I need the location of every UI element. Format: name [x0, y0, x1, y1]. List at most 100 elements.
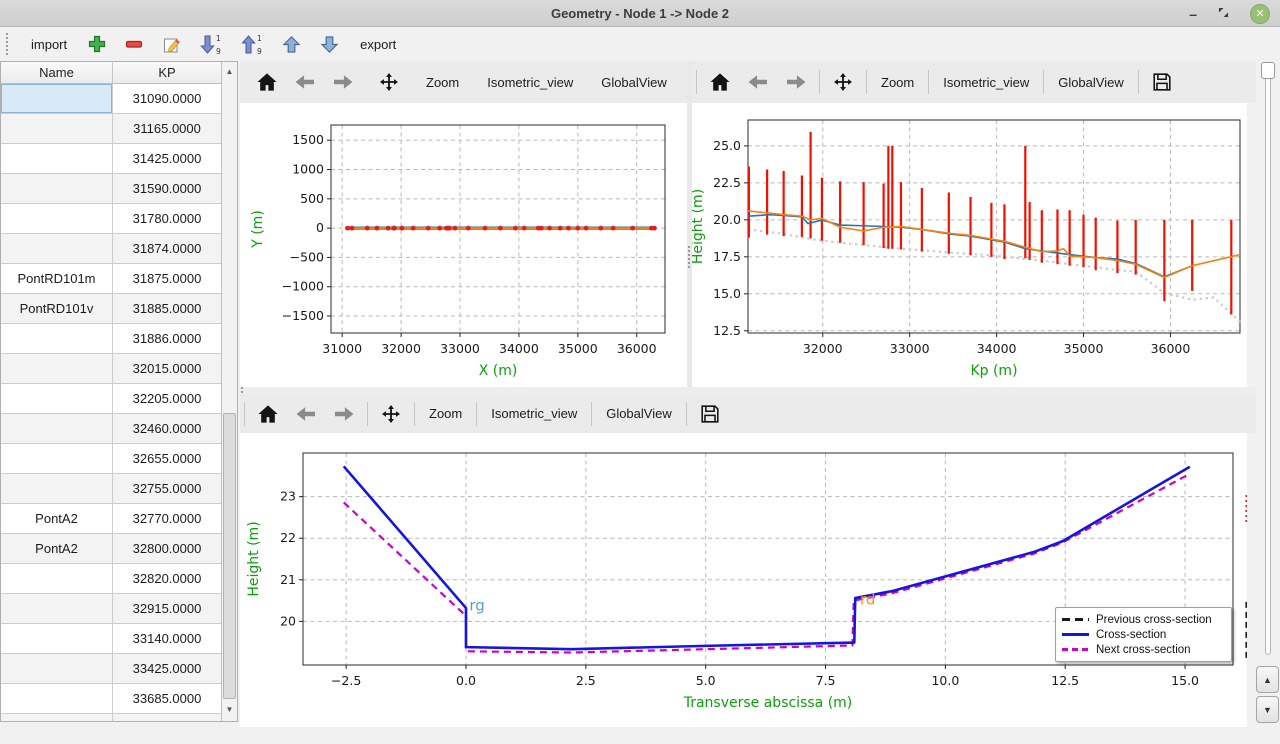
profile-canvas[interactable]: 320003300034000350003600012.515.017.520.…	[692, 103, 1247, 387]
toolbar-grip[interactable]	[6, 33, 10, 55]
pan-button[interactable]	[824, 66, 862, 98]
plan-view-canvas[interactable]: 310003200033000340003500036000−1500−1000…	[240, 103, 687, 387]
global-scrollbar-track[interactable]	[1265, 65, 1271, 655]
back-button[interactable]	[286, 66, 324, 98]
move-down-button[interactable]	[318, 31, 341, 57]
cell-name[interactable]: PontRD101v	[1, 294, 113, 323]
home-button[interactable]	[249, 398, 287, 430]
isometric-view-button[interactable]: Isometric_view	[933, 66, 1039, 98]
cell-name[interactable]: PontRD101m	[1, 264, 113, 293]
table-row[interactable]: PontRD101m31875.0000	[1, 264, 221, 294]
table-row[interactable]: 31886.0000	[1, 324, 221, 354]
cell-name[interactable]	[1, 414, 113, 443]
cell-name[interactable]	[1, 234, 113, 263]
cell-kp[interactable]: 31090.0000	[113, 84, 221, 113]
cross-section-plot[interactable]: −2.50.02.55.07.510.012.515.020212223rgrd…	[240, 433, 1247, 727]
table-row[interactable]: 31780.0000	[1, 204, 221, 234]
column-header-name[interactable]: Name	[1, 62, 113, 83]
plan-view-plot[interactable]: 310003200033000340003500036000−1500−1000…	[240, 103, 687, 387]
table-row[interactable]: 31590.0000	[1, 174, 221, 204]
globalview-button[interactable]: GlobalView	[596, 398, 682, 430]
cell-kp[interactable]: 31780.0000	[113, 204, 221, 233]
table-row[interactable]: 32915.0000	[1, 594, 221, 624]
cell-kp[interactable]: 31874.0000	[113, 234, 221, 263]
cell-kp[interactable]: 32655.0000	[113, 444, 221, 473]
table-row[interactable]: 33140.0000	[1, 624, 221, 654]
cell-name[interactable]	[1, 594, 113, 623]
cell-name[interactable]	[1, 654, 113, 683]
isometric-view-button[interactable]: Isometric_view	[481, 398, 587, 430]
maximize-button[interactable]	[1217, 6, 1230, 21]
cell-kp[interactable]: 31165.0000	[113, 114, 221, 143]
cell-kp[interactable]: 33685.0000	[113, 684, 221, 713]
cell-kp[interactable]: 31875.0000	[113, 264, 221, 293]
cell-name[interactable]	[1, 114, 113, 143]
table-row[interactable]: 32755.0000	[1, 474, 221, 504]
pan-button[interactable]	[372, 398, 410, 430]
cell-kp[interactable]: 33140.0000	[113, 624, 221, 653]
minimize-button[interactable]: –	[1189, 7, 1197, 21]
cell-name[interactable]: PontA2	[1, 534, 113, 563]
table-scrollbar-thumb[interactable]	[223, 413, 236, 699]
sort-ascending-button[interactable]: 19	[239, 31, 265, 57]
table-scrollbar[interactable]: ▲ ▼	[221, 62, 237, 721]
remove-button[interactable]	[123, 31, 145, 57]
cell-kp[interactable]: 32460.0000	[113, 414, 221, 443]
zoom-button[interactable]: Zoom	[871, 66, 924, 98]
close-button[interactable]: ✕	[1250, 4, 1270, 24]
table-row[interactable]: 31165.0000	[1, 114, 221, 144]
cell-name[interactable]	[1, 714, 113, 721]
cell-kp[interactable]	[113, 714, 221, 721]
table-row[interactable]: 33425.0000	[1, 654, 221, 684]
global-scroll-down-button[interactable]: ▼	[1256, 696, 1279, 723]
save-button[interactable]	[691, 398, 729, 430]
cell-kp[interactable]: 32205.0000	[113, 384, 221, 413]
titlebar[interactable]: Geometry - Node 1 -> Node 2 – ✕	[0, 0, 1280, 27]
save-button[interactable]	[1143, 66, 1181, 98]
cell-name[interactable]	[1, 144, 113, 173]
back-button[interactable]	[739, 66, 777, 98]
cell-name[interactable]: PontA2	[1, 504, 113, 533]
cell-name[interactable]	[1, 564, 113, 593]
cell-name[interactable]	[1, 624, 113, 653]
global-scrollbar[interactable]: ▲ ▼	[1256, 61, 1280, 744]
cross-section-canvas[interactable]: −2.50.02.55.07.510.012.515.020212223rgrd…	[240, 433, 1247, 727]
globalview-button[interactable]: GlobalView	[591, 66, 677, 98]
export-button[interactable]: export	[356, 31, 400, 57]
forward-button[interactable]	[325, 398, 363, 430]
cell-kp[interactable]: 31425.0000	[113, 144, 221, 173]
cell-name[interactable]	[1, 684, 113, 713]
cell-kp[interactable]: 32915.0000	[113, 594, 221, 623]
zoom-button[interactable]: Zoom	[416, 66, 469, 98]
global-scroll-up-button[interactable]: ▲	[1256, 666, 1279, 693]
column-header-kp[interactable]: KP	[113, 62, 221, 83]
table-row[interactable]: 31425.0000	[1, 144, 221, 174]
move-up-button[interactable]	[280, 31, 303, 57]
globalview-button[interactable]: GlobalView	[1048, 66, 1134, 98]
cell-name[interactable]	[1, 324, 113, 353]
cell-kp[interactable]: 31590.0000	[113, 174, 221, 203]
table-row[interactable]: PontA232770.0000	[1, 504, 221, 534]
table-row[interactable]: PontRD101v31885.0000	[1, 294, 221, 324]
cell-name[interactable]	[1, 384, 113, 413]
table-row[interactable]: 31874.0000	[1, 234, 221, 264]
profile-plot[interactable]: 320003300034000350003600012.515.017.520.…	[692, 103, 1247, 387]
edit-button[interactable]	[160, 31, 183, 57]
cell-kp[interactable]: 32770.0000	[113, 504, 221, 533]
table-row[interactable]: 32655.0000	[1, 444, 221, 474]
table-row[interactable]: 32015.0000	[1, 354, 221, 384]
cell-kp[interactable]: 32755.0000	[113, 474, 221, 503]
cell-name[interactable]	[1, 84, 113, 113]
import-button[interactable]: import	[27, 31, 71, 57]
cell-name[interactable]	[1, 354, 113, 383]
table-scroll-down-button[interactable]: ▼	[222, 700, 237, 720]
table-row[interactable]: 32460.0000	[1, 414, 221, 444]
forward-button[interactable]	[324, 66, 362, 98]
horizontal-splitter[interactable]	[240, 387, 1256, 394]
back-button[interactable]	[287, 398, 325, 430]
home-button[interactable]	[248, 66, 286, 98]
add-button[interactable]	[86, 31, 108, 57]
forward-button[interactable]	[777, 66, 815, 98]
cell-kp[interactable]: 32820.0000	[113, 564, 221, 593]
cell-kp[interactable]: 32015.0000	[113, 354, 221, 383]
